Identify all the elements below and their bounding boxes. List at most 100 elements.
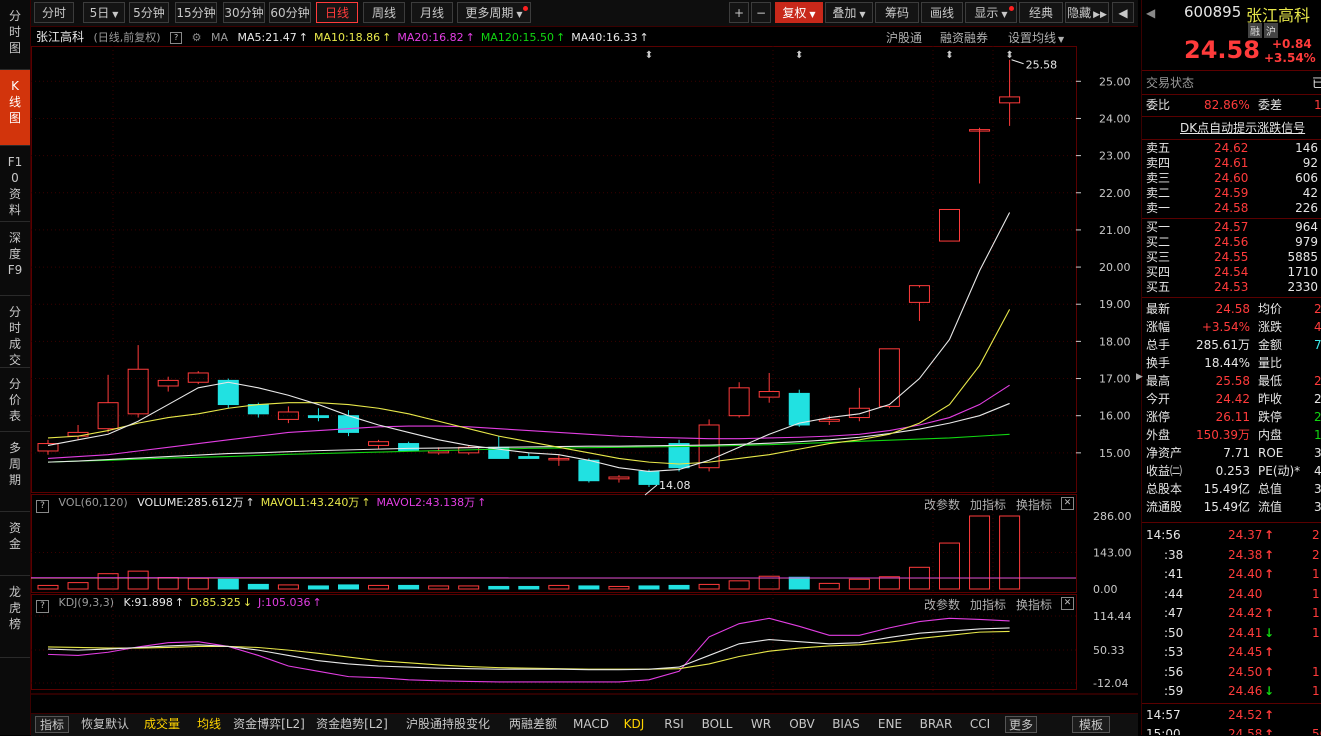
stat-label-2: 量比 bbox=[1258, 354, 1282, 372]
volume-bar bbox=[940, 543, 960, 589]
tick-row-9: 14:5724.52↑ bbox=[1142, 706, 1321, 724]
indicator-tab-16[interactable]: BRAR bbox=[915, 716, 957, 733]
vol-close-icon[interactable]: ✕ bbox=[1061, 497, 1074, 510]
dk-signal-link[interactable]: DK点自动提示涨跌信号 bbox=[1180, 119, 1305, 137]
left-nav-item-8[interactable]: 龙虎榜 bbox=[0, 576, 30, 658]
volume-bar bbox=[68, 583, 88, 589]
indicator-tab-18[interactable]: 更多 bbox=[1005, 716, 1037, 733]
expand-right-icon[interactable]: ▶ bbox=[1136, 372, 1141, 388]
vol-add-indicator-link[interactable]: 加指标 bbox=[970, 496, 1006, 513]
period-5min[interactable]: 5分钟 bbox=[129, 2, 169, 23]
left-nav-item-0[interactable]: 分时图 bbox=[0, 0, 30, 70]
indicator-tab-2[interactable]: 成交量 bbox=[139, 716, 185, 733]
indicator-tab-15[interactable]: ENE bbox=[873, 716, 907, 733]
indicator-tab-9[interactable]: KDJ bbox=[619, 716, 649, 733]
indicator-tab-19[interactable]: 模板 bbox=[1072, 716, 1110, 733]
collapse-left-icon[interactable]: ◀ bbox=[1146, 6, 1155, 20]
trend-arrow-icon: ↓ bbox=[243, 596, 252, 609]
vol-change-params-link[interactable]: 改参数 bbox=[924, 496, 960, 513]
ask-row-4: 卖一24.58226 bbox=[1142, 201, 1321, 216]
ma-value-1: MA10:18.86 bbox=[314, 31, 380, 44]
left-nav-item-4[interactable]: 分时成交 bbox=[0, 296, 30, 368]
question-icon[interactable]: ? bbox=[170, 32, 182, 44]
indicator-tab-1[interactable]: 恢复默认 bbox=[77, 716, 133, 733]
indicator-tab-14[interactable]: BIAS bbox=[827, 716, 865, 733]
arrow-up-icon: ↑ bbox=[1264, 546, 1274, 564]
price-tick-label: 20.00 bbox=[1099, 261, 1131, 274]
tick-time: :56 bbox=[1164, 663, 1183, 681]
indicator-tab-6[interactable]: 沪股通持股变化 bbox=[399, 716, 497, 733]
zoom-in-button[interactable]: + bbox=[729, 2, 749, 23]
indicator-tab-0[interactable]: 指标 bbox=[35, 716, 69, 733]
gear-icon[interactable]: ⚙ bbox=[192, 31, 202, 44]
tick-price: 24.37 bbox=[1228, 526, 1262, 544]
indicator-tab-10[interactable]: RSI bbox=[659, 716, 689, 733]
separator bbox=[1142, 116, 1321, 117]
period-fenshi[interactable]: 分时 bbox=[34, 2, 74, 23]
pane-option-icon[interactable]: ? bbox=[36, 600, 49, 613]
stat-label: 最新 bbox=[1146, 300, 1170, 318]
separator bbox=[1142, 703, 1321, 704]
left-nav-item-6[interactable]: 多周期 bbox=[0, 432, 30, 512]
display-button[interactable]: 显示▼ bbox=[965, 2, 1017, 23]
volume-bar bbox=[38, 585, 58, 589]
bid-label: 买一 bbox=[1146, 220, 1170, 235]
hugutong-tag: 沪 bbox=[1264, 23, 1278, 38]
left-nav-item-5[interactable]: 分价表 bbox=[0, 368, 30, 432]
classic-button[interactable]: 经典 bbox=[1019, 2, 1063, 23]
indicator-tab-11[interactable]: BOLL bbox=[697, 716, 737, 733]
indicator-tab-4[interactable]: 资金博弈[L2] bbox=[231, 716, 307, 733]
set-ma-link[interactable]: 设置均线▼ bbox=[1008, 29, 1064, 46]
bid-volume: 964 bbox=[1295, 220, 1318, 235]
indicator-tab-13[interactable]: OBV bbox=[785, 716, 819, 733]
kdj-switch-indicator-link[interactable]: 换指标 bbox=[1016, 596, 1052, 613]
indicator-tab-17[interactable]: CCI bbox=[965, 716, 995, 733]
vol-value-2: MAVOL2:43.138万 bbox=[377, 496, 476, 509]
indicator-tab-3[interactable]: 均线 bbox=[193, 716, 225, 733]
volume-bar bbox=[429, 586, 449, 589]
left-nav-item-1[interactable]: K线图 bbox=[0, 70, 30, 146]
zoom-out-button[interactable]: − bbox=[751, 2, 771, 23]
stat-value-2: 4 bbox=[1314, 318, 1321, 336]
volume-tick-label: 143.00 bbox=[1093, 547, 1132, 560]
fuquan-button[interactable]: 复权▼ bbox=[775, 2, 823, 23]
chevron-down-icon: ▼ bbox=[112, 10, 118, 19]
overlay-button[interactable]: 叠加▼ bbox=[825, 2, 873, 23]
more-periods-button[interactable]: 更多周期▼ bbox=[457, 2, 531, 23]
period-5day[interactable]: 5日▼ bbox=[83, 2, 125, 23]
vol-switch-indicator-link[interactable]: 换指标 bbox=[1016, 496, 1052, 513]
collapse-panel-button[interactable]: ◀ bbox=[1112, 2, 1134, 23]
kdj-close-icon[interactable]: ✕ bbox=[1061, 597, 1074, 610]
tick-time: :41 bbox=[1164, 565, 1183, 583]
period-30min[interactable]: 30分钟 bbox=[223, 2, 265, 23]
period-15min[interactable]: 15分钟 bbox=[175, 2, 217, 23]
draw-line-button[interactable]: 画线 bbox=[921, 2, 963, 23]
stat-row-7: 外盘150.39万内盘135. bbox=[1142, 426, 1321, 444]
volume-bar bbox=[98, 574, 118, 589]
period-weekly[interactable]: 周线 bbox=[363, 2, 405, 23]
margin-trading-link[interactable]: 融资融券 bbox=[940, 29, 988, 46]
kdj-add-indicator-link[interactable]: 加指标 bbox=[970, 596, 1006, 613]
period-daily[interactable]: 日线 bbox=[316, 2, 358, 23]
period-monthly[interactable]: 月线 bbox=[411, 2, 453, 23]
left-nav-item-2[interactable]: F10资料 bbox=[0, 146, 30, 222]
tick-time: :53 bbox=[1164, 643, 1183, 661]
left-nav-item-7[interactable]: 资金 bbox=[0, 512, 30, 576]
stat-value: 24.58 bbox=[1216, 300, 1250, 318]
kdj-j-line bbox=[48, 618, 1010, 682]
left-nav-item-3[interactable]: 深度F9 bbox=[0, 222, 30, 296]
chips-button[interactable]: 筹码 bbox=[875, 2, 919, 23]
stat-label-2: 最低 bbox=[1258, 372, 1282, 390]
hugutong-link[interactable]: 沪股通 bbox=[886, 29, 922, 46]
stat-value: 26.11 bbox=[1216, 408, 1250, 426]
indicator-tab-8[interactable]: MACD bbox=[569, 716, 613, 733]
period-60min[interactable]: 60分钟 bbox=[269, 2, 311, 23]
price-pane-frame bbox=[32, 47, 1077, 493]
hide-button[interactable]: 隐藏▶▶ bbox=[1065, 2, 1109, 23]
indicator-tab-7[interactable]: 两融差额 bbox=[503, 716, 563, 733]
volume-bar bbox=[339, 585, 359, 589]
pane-option-icon[interactable]: ? bbox=[36, 500, 49, 513]
indicator-tab-12[interactable]: WR bbox=[745, 716, 777, 733]
indicator-tab-5[interactable]: 资金趋势[L2] bbox=[313, 716, 391, 733]
kdj-change-params-link[interactable]: 改参数 bbox=[924, 596, 960, 613]
